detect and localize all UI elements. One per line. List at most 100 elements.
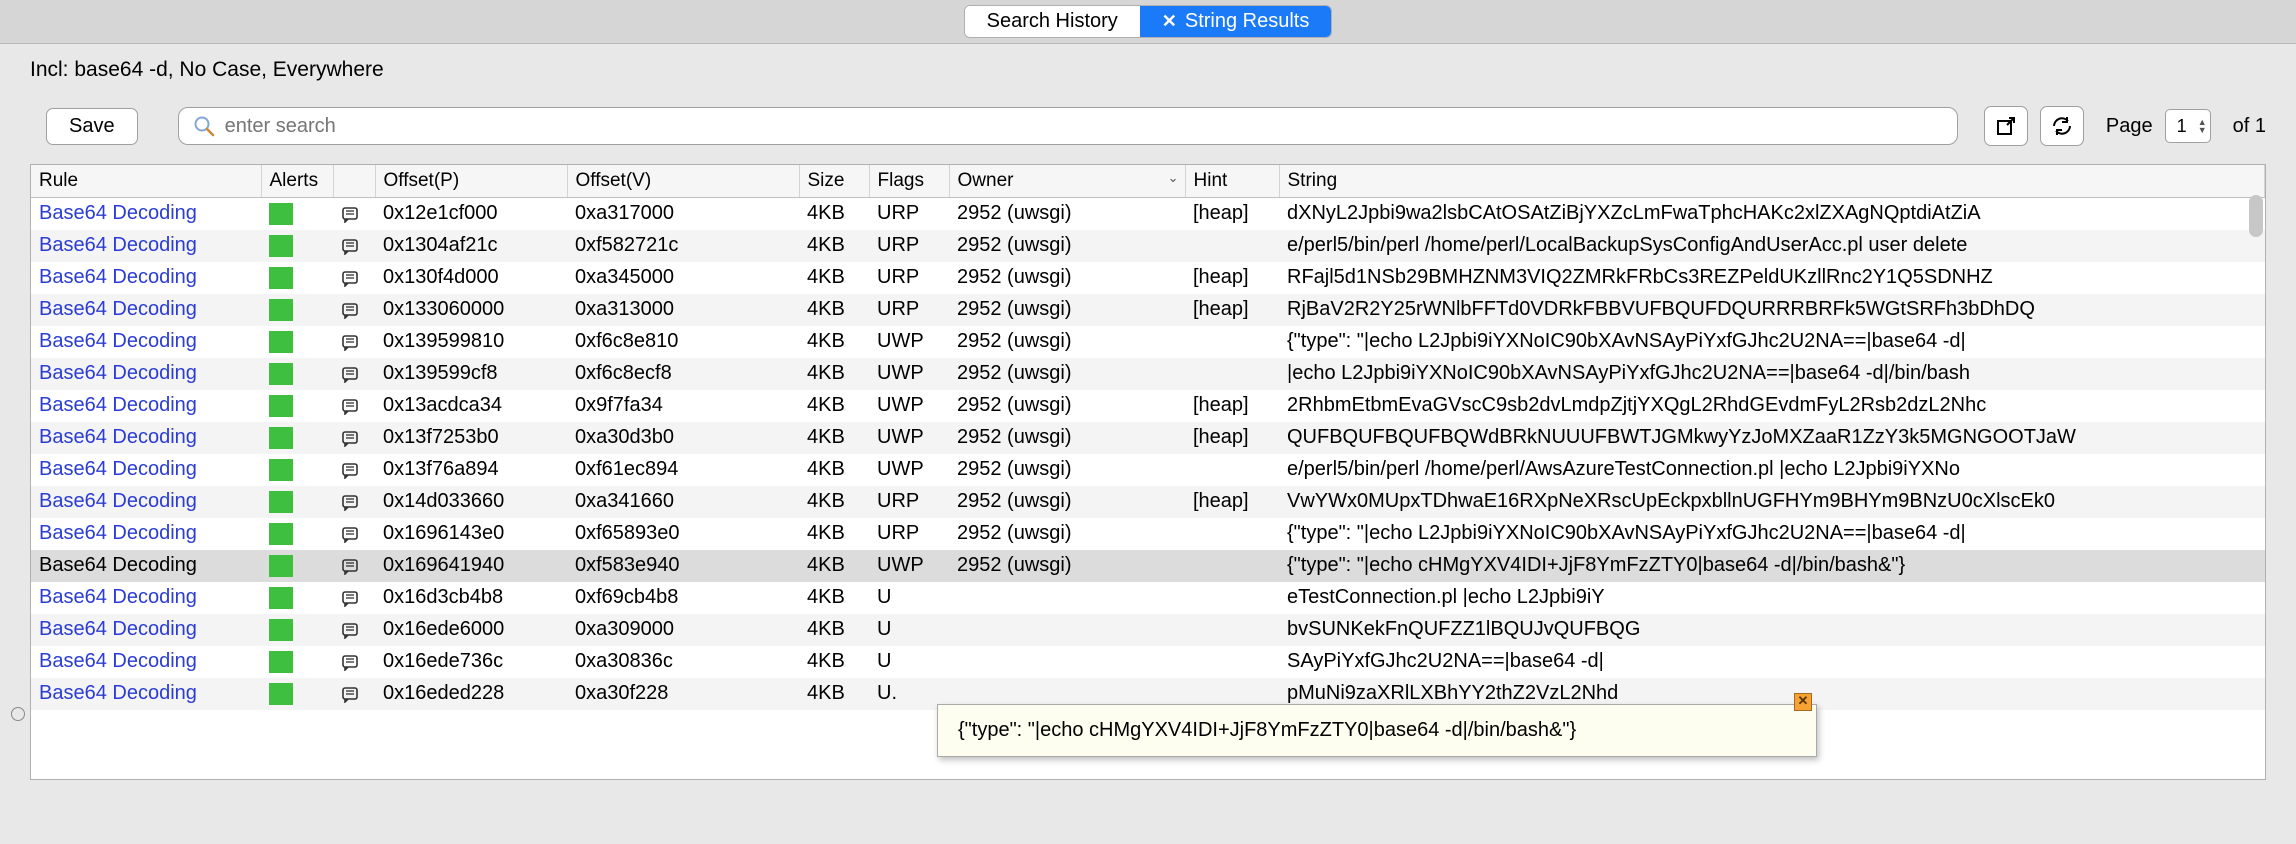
table-row[interactable]: Base64 Decoding0x1696419400xf583e9404KBU… [31, 550, 2265, 582]
hint [1185, 646, 1279, 678]
table-row[interactable]: Base64 Decoding0x16ede736c0xa30836c4KBU … [31, 646, 2265, 678]
rule-link[interactable]: Base64 Decoding [39, 554, 197, 576]
rule-link[interactable]: Base64 Decoding [39, 618, 197, 640]
owner: 2952 (uwsgi) [949, 422, 1185, 454]
rule-link[interactable]: Base64 Decoding [39, 266, 197, 288]
col-alerts[interactable]: Alerts [261, 165, 333, 198]
size: 4KB [799, 262, 869, 294]
col-flags[interactable]: Flags [869, 165, 949, 198]
flags: U [869, 646, 949, 678]
size: 4KB [799, 230, 869, 262]
table-row[interactable]: Base64 Decoding0x14d0336600xa3416604KBUR… [31, 486, 2265, 518]
table-row[interactable]: Base64 Decoding0x1395998100xf6c8e8104KBU… [31, 326, 2265, 358]
stepper-arrows[interactable]: ▲▼ [2198, 118, 2207, 134]
rule-link[interactable]: Base64 Decoding [39, 426, 197, 448]
rule-link[interactable]: Base64 Decoding [39, 298, 197, 320]
rule-link[interactable]: Base64 Decoding [39, 682, 197, 704]
table-row[interactable]: Base64 Decoding0x13acdca340x9f7fa344KBUW… [31, 390, 2265, 422]
note-icon[interactable] [341, 269, 361, 287]
offset-p: 0x16d3cb4b8 [375, 582, 567, 614]
page-total: of 1 [2233, 115, 2266, 138]
col-size[interactable]: Size [799, 165, 869, 198]
offset-p: 0x139599cf8 [375, 358, 567, 390]
table-row[interactable]: Base64 Decoding0x16ede60000xa3090004KBU … [31, 614, 2265, 646]
owner: 2952 (uwsgi) [949, 390, 1185, 422]
rule-link[interactable]: Base64 Decoding [39, 522, 197, 544]
note-icon[interactable] [341, 589, 361, 607]
note-icon[interactable] [341, 301, 361, 319]
table-row[interactable]: Base64 Decoding0x13f76a8940xf61ec8944KBU… [31, 454, 2265, 486]
offset-p: 0x16eded228 [375, 678, 567, 710]
table-row[interactable]: Base64 Decoding0x1304af21c0xf582721c4KBU… [31, 230, 2265, 262]
col-note[interactable] [333, 165, 375, 198]
table-row[interactable]: Base64 Decoding0x1696143e00xf65893e04KBU… [31, 518, 2265, 550]
results-table[interactable]: Rule Alerts Offset(P) Offset(V) Size Fla… [31, 165, 2265, 710]
rule-link[interactable]: Base64 Decoding [39, 330, 197, 352]
search-input[interactable] [225, 115, 1943, 138]
hint [1185, 454, 1279, 486]
save-button[interactable]: Save [46, 108, 138, 145]
table-row[interactable]: Base64 Decoding0x12e1cf0000xa3170004KBUR… [31, 198, 2265, 230]
note-icon[interactable] [341, 333, 361, 351]
note-icon[interactable] [341, 205, 361, 223]
hint: [heap] [1185, 486, 1279, 518]
flags: U [869, 614, 949, 646]
page-spinner[interactable]: 1 ▲▼ [2165, 109, 2211, 143]
rule-link[interactable]: Base64 Decoding [39, 650, 197, 672]
table-row[interactable]: Base64 Decoding0x130f4d0000xa3450004KBUR… [31, 262, 2265, 294]
search-field[interactable] [178, 107, 1958, 145]
string: eTestConnection.pl |echo L2Jpbi9iY [1279, 582, 2265, 614]
export-button[interactable] [1984, 106, 2028, 146]
rule-link[interactable]: Base64 Decoding [39, 458, 197, 480]
tab-string-results[interactable]: ✕ String Results [1140, 6, 1332, 37]
rule-link[interactable]: Base64 Decoding [39, 234, 197, 256]
hint [1185, 518, 1279, 550]
offset-p: 0x16ede6000 [375, 614, 567, 646]
string: dXNyL2Jpbi9wa2lsbCAtOSAtZiBjYXZcLmFwaTph… [1279, 198, 2265, 230]
close-icon[interactable]: ✕ [1794, 693, 1812, 711]
table-row[interactable]: Base64 Decoding0x16d3cb4b80xf69cb4b84KBU… [31, 582, 2265, 614]
string: bvSUNKekFnQUFZZ1lBQUJvQUFBQG [1279, 614, 2265, 646]
table-row[interactable]: Base64 Decoding0x13f7253b00xa30d3b04KBUW… [31, 422, 2265, 454]
rule-link[interactable]: Base64 Decoding [39, 394, 197, 416]
tab-search-history[interactable]: Search History [965, 6, 1140, 37]
rule-link[interactable]: Base64 Decoding [39, 202, 197, 224]
table-row[interactable]: Base64 Decoding0x1330600000xa3130004KBUR… [31, 294, 2265, 326]
size: 4KB [799, 518, 869, 550]
note-icon[interactable] [341, 685, 361, 703]
note-icon[interactable] [341, 557, 361, 575]
rule-link[interactable]: Base64 Decoding [39, 586, 197, 608]
search-icon [193, 115, 215, 137]
col-offset-v[interactable]: Offset(V) [567, 165, 799, 198]
close-icon[interactable]: ✕ [1162, 11, 1177, 32]
note-icon[interactable] [341, 461, 361, 479]
refresh-button[interactable] [2040, 106, 2084, 146]
offset-p: 0x14d033660 [375, 486, 567, 518]
note-icon[interactable] [341, 525, 361, 543]
flags: URP [869, 486, 949, 518]
offset-v: 0xa30836c [567, 646, 799, 678]
rule-link[interactable]: Base64 Decoding [39, 490, 197, 512]
string: {"type": "|echo cHMgYXV4IDI+JjF8YmFzZTY0… [1279, 550, 2265, 582]
string: SAyPiYxfGJhc2U2NA==|base64 -d| [1279, 646, 2265, 678]
table-row[interactable]: Base64 Decoding0x139599cf80xf6c8ecf84KBU… [31, 358, 2265, 390]
size: 4KB [799, 198, 869, 230]
col-offset-p[interactable]: Offset(P) [375, 165, 567, 198]
scrollbar-thumb[interactable] [2249, 195, 2263, 237]
note-icon[interactable] [341, 365, 361, 383]
note-icon[interactable] [341, 621, 361, 639]
col-hint[interactable]: Hint [1185, 165, 1279, 198]
note-icon[interactable] [341, 237, 361, 255]
note-icon[interactable] [341, 493, 361, 511]
note-icon[interactable] [341, 653, 361, 671]
note-icon[interactable] [341, 397, 361, 415]
owner [949, 582, 1185, 614]
offset-v: 0xf6c8e810 [567, 326, 799, 358]
col-string[interactable]: String [1279, 165, 2265, 198]
table-options-handle[interactable] [11, 707, 25, 721]
col-owner[interactable]: Owner⌄ [949, 165, 1185, 198]
offset-v: 0xf582721c [567, 230, 799, 262]
col-rule[interactable]: Rule [31, 165, 261, 198]
rule-link[interactable]: Base64 Decoding [39, 362, 197, 384]
note-icon[interactable] [341, 429, 361, 447]
